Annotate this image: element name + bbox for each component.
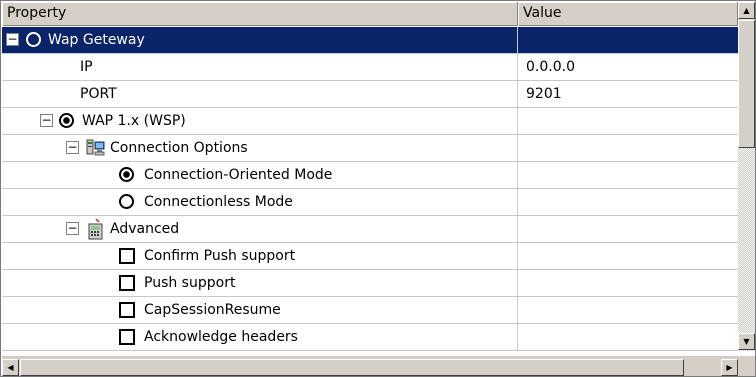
property-cell: − Connection Options — [2, 135, 518, 161]
property-label: Confirm Push support — [144, 248, 296, 264]
value-cell[interactable] — [518, 297, 738, 323]
property-cell: − Wap Geteway — [2, 27, 518, 53]
grid-rows: − Wap Geteway IP 0.0.0.0 PORT 9201 − WAP… — [2, 27, 738, 351]
grid-row-port[interactable]: PORT 9201 — [2, 81, 738, 108]
value-cell[interactable] — [518, 135, 738, 161]
grid-row-wap-gateway[interactable]: − Wap Geteway — [2, 27, 738, 54]
vertical-scrollbar[interactable]: ▲ ▼ — [738, 2, 755, 351]
value-cell[interactable] — [518, 189, 738, 215]
checkbox-icon[interactable] — [119, 329, 135, 345]
grid-row-advanced[interactable]: − Advanced — [2, 216, 738, 243]
collapse-icon[interactable]: − — [66, 222, 79, 235]
horizontal-scrollbar[interactable]: ◀ ▶ — [2, 356, 738, 376]
property-cell: Push support — [2, 270, 518, 296]
collapse-icon[interactable]: − — [66, 141, 79, 154]
property-label: IP — [80, 59, 93, 75]
grid-header: Property Value — [2, 2, 738, 26]
property-cell: Connection-Oriented Mode — [2, 162, 518, 188]
property-cell: PORT — [2, 81, 518, 107]
property-label: Connection-Oriented Mode — [144, 167, 333, 183]
column-header-value[interactable]: Value — [518, 2, 738, 26]
grid-row-connectionless-mode[interactable]: Connectionless Mode — [2, 189, 738, 216]
property-label: CapSessionResume — [144, 302, 281, 318]
property-label: Connectionless Mode — [144, 194, 293, 210]
grid-row-connection-oriented-mode[interactable]: Connection-Oriented Mode — [2, 162, 738, 189]
grid-row-push-support[interactable]: Push support — [2, 270, 738, 297]
radio-unselected-icon[interactable] — [119, 194, 134, 209]
column-header-property[interactable]: Property — [2, 2, 518, 26]
property-label: WAP 1.x (WSP) — [82, 113, 186, 129]
value-cell[interactable] — [518, 324, 738, 350]
vertical-scroll-thumb[interactable] — [738, 20, 755, 148]
value-cell[interactable]: 9201 — [518, 81, 738, 107]
property-label: Wap Geteway — [48, 32, 145, 48]
radio-selected-icon[interactable] — [119, 167, 134, 182]
property-cell: − Advanced — [2, 216, 518, 242]
checkbox-icon[interactable] — [119, 248, 135, 264]
checkbox-icon[interactable] — [119, 302, 135, 318]
property-label: Connection Options — [110, 140, 248, 156]
device-settings-icon — [86, 218, 106, 240]
value-cell[interactable] — [518, 216, 738, 242]
property-label: PORT — [80, 86, 117, 102]
scrollbar-corner — [738, 356, 755, 376]
radio-selected-icon[interactable] — [59, 113, 74, 128]
value-cell[interactable] — [518, 27, 738, 53]
property-cell: Confirm Push support — [2, 243, 518, 269]
radio-unselected-icon[interactable] — [26, 32, 41, 47]
grid-row-ip[interactable]: IP 0.0.0.0 — [2, 54, 738, 81]
network-computers-icon — [86, 138, 106, 158]
property-label: Acknowledge headers — [144, 329, 298, 345]
scroll-right-button[interactable]: ▶ — [721, 359, 738, 376]
property-grid: Property Value − Wap Geteway IP 0.0.0.0 … — [0, 0, 756, 377]
value-cell[interactable] — [518, 108, 738, 134]
collapse-icon[interactable]: − — [6, 33, 19, 46]
property-label: Push support — [144, 275, 236, 291]
grid-row-wap1x[interactable]: − WAP 1.x (WSP) — [2, 108, 738, 135]
property-cell: IP — [2, 54, 518, 80]
grid-row-acknowledge-headers[interactable]: Acknowledge headers — [2, 324, 738, 351]
horizontal-scroll-thumb[interactable] — [20, 359, 684, 376]
grid-row-connection-options[interactable]: − Connection Options — [2, 135, 738, 162]
scroll-down-button[interactable]: ▼ — [738, 333, 755, 350]
grid-row-cap-session-resume[interactable]: CapSessionResume — [2, 297, 738, 324]
collapse-icon[interactable]: − — [40, 114, 53, 127]
scroll-up-button[interactable]: ▲ — [738, 2, 755, 19]
property-cell: CapSessionResume — [2, 297, 518, 323]
checkbox-icon[interactable] — [119, 275, 135, 291]
property-cell: Acknowledge headers — [2, 324, 518, 350]
property-cell: Connectionless Mode — [2, 189, 518, 215]
value-cell[interactable] — [518, 243, 738, 269]
property-cell: − WAP 1.x (WSP) — [2, 108, 518, 134]
scroll-left-button[interactable]: ◀ — [2, 359, 19, 376]
property-label: Advanced — [110, 221, 180, 237]
value-cell[interactable]: 0.0.0.0 — [518, 54, 738, 80]
value-cell[interactable] — [518, 270, 738, 296]
grid-row-confirm-push-support[interactable]: Confirm Push support — [2, 243, 738, 270]
value-cell[interactable] — [518, 162, 738, 188]
